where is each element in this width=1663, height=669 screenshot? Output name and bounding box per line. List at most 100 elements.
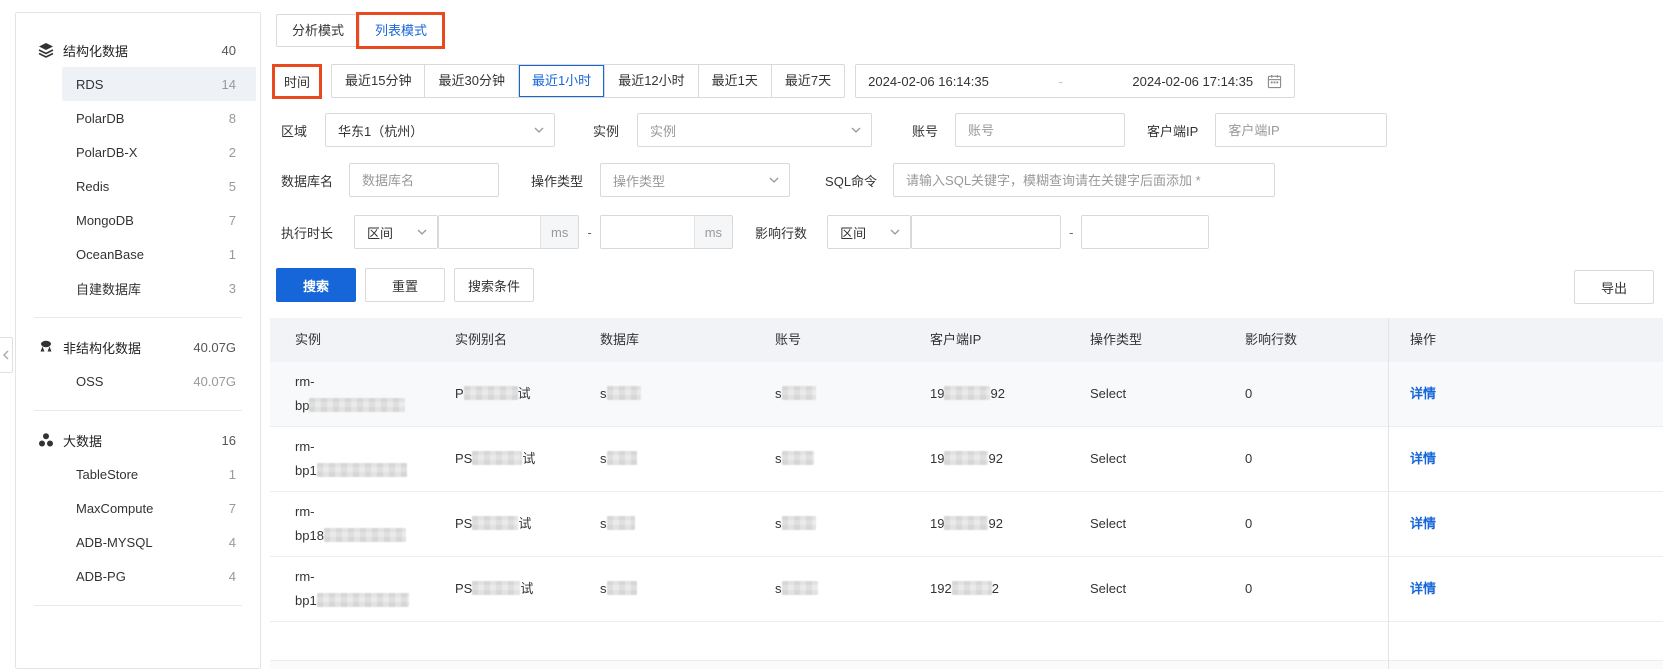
duration-max-input[interactable] — [599, 215, 694, 249]
sidebar-item-maxcompute[interactable]: MaxCompute 7 — [62, 491, 256, 525]
database-name-input[interactable] — [349, 163, 500, 197]
chevron-down-icon — [769, 177, 779, 183]
rows-affected-range-select[interactable]: 区间 — [827, 215, 912, 249]
instance-prefix2: bp1 — [295, 593, 317, 608]
preset-last-15min[interactable]: 最近15分钟 — [332, 65, 424, 97]
redacted-text — [951, 581, 992, 595]
detail-link[interactable]: 详情 — [1410, 581, 1436, 596]
bigdata-icon — [39, 433, 53, 447]
preset-last-7day[interactable]: 最近7天 — [770, 65, 844, 97]
date-range-picker[interactable]: 2024-02-06 16:14:35 - 2024-02-06 17:14:3… — [855, 64, 1296, 98]
tab-list-mode[interactable]: 列表模式 — [359, 15, 442, 46]
item-label: OSS — [76, 373, 104, 389]
ip-prefix: 192 — [930, 581, 952, 596]
item-count: 3 — [228, 280, 236, 296]
detail-link[interactable]: 详情 — [1410, 386, 1436, 401]
calendar-icon[interactable] — [1267, 74, 1282, 89]
sidebar-item-oceanbase[interactable]: OceanBase 1 — [62, 237, 256, 271]
tab-analysis-mode[interactable]: 分析模式 — [277, 15, 359, 46]
group-count: 16 — [221, 432, 236, 448]
item-label: ADB-PG — [76, 568, 126, 584]
redacted-text — [316, 463, 407, 477]
op-type-cell: Select — [1090, 581, 1127, 596]
filter-row-2: 数据库名 操作类型 操作类型 SQL命令 — [272, 163, 1276, 197]
sidebar-item-adb-mysql[interactable]: ADB-MYSQL 4 — [62, 525, 256, 559]
sidebar-collapse-button[interactable] — [0, 337, 13, 373]
client-ip-cell: 19 92 — [930, 447, 1090, 471]
sidebar-item-polardb[interactable]: PolarDB 8 — [62, 101, 256, 135]
group-count: 40.07G — [193, 339, 236, 355]
sidebar-group-unstructured-data[interactable]: 非结构化数据 40.07G — [16, 330, 260, 364]
range-start-datetime[interactable]: 2024-02-06 16:14:35 — [868, 74, 989, 89]
alias-suffix: 试 — [517, 386, 531, 401]
time-filter-row: 时间 最近15分钟 最近30分钟 最近1小时 最近12小时 最近1天 最近7天 … — [272, 63, 1296, 99]
sidebar-group-bigdata[interactable]: 大数据 16 — [16, 423, 260, 457]
item-count: 8 — [228, 110, 236, 126]
chevron-down-icon — [417, 229, 427, 235]
export-button[interactable]: 导出 — [1574, 270, 1654, 304]
sidebar-item-rds[interactable]: RDS 14 — [62, 67, 256, 101]
sidebar-group-structured-data[interactable]: 结构化数据 40 — [16, 33, 260, 67]
instance-prefix2: bp18 — [295, 528, 324, 543]
sidebar-item-oss[interactable]: OSS 40.07G — [62, 364, 256, 398]
sidebar-item-mongodb[interactable]: MongoDB 7 — [62, 203, 256, 237]
rows-affected-min-input[interactable] — [911, 215, 1062, 249]
reset-button[interactable]: 重置 — [365, 268, 445, 302]
op-type-select[interactable]: 操作类型 — [600, 163, 791, 197]
search-button[interactable]: 搜索 — [276, 268, 356, 302]
sidebar-item-self-built-db[interactable]: 自建数据库 3 — [62, 271, 256, 305]
sql-command-input[interactable] — [893, 163, 1276, 197]
preset-last-30min[interactable]: 最近30分钟 — [424, 65, 517, 97]
db-prefix: s — [600, 386, 607, 401]
account-prefix: s — [775, 451, 782, 466]
db-prefix: s — [600, 516, 607, 531]
op-type-cell: Select — [1090, 386, 1127, 401]
alias-cell: PS 试 — [455, 447, 600, 471]
account-input[interactable] — [955, 113, 1126, 147]
detail-link[interactable]: 详情 — [1410, 451, 1436, 466]
instance-select[interactable]: 实例 — [637, 113, 873, 147]
preset-last-1hour[interactable]: 最近1小时 — [517, 65, 604, 97]
rows-affected-range-value: 区间 — [840, 225, 867, 241]
region-select[interactable]: 华东1（杭州） — [325, 113, 556, 147]
layers-icon — [38, 43, 54, 58]
sidebar-item-redis[interactable]: Redis 5 — [62, 169, 256, 203]
chevron-down-icon — [890, 229, 900, 235]
rows-affected-max-input[interactable] — [1081, 215, 1210, 249]
database-cell: s — [600, 447, 775, 471]
duration-range-select[interactable]: 区间 — [354, 215, 439, 249]
item-count: 40.07G — [193, 373, 236, 389]
redacted-text — [781, 451, 814, 465]
sidebar-item-tablestore[interactable]: TableStore 1 — [62, 457, 256, 491]
client-ip-input[interactable] — [1215, 113, 1388, 147]
range-end-datetime[interactable]: 2024-02-06 17:14:35 — [1132, 74, 1253, 89]
ip-suffix: 92 — [990, 386, 1005, 401]
rows-affected-cell: 0 — [1245, 516, 1253, 531]
action-cell: 详情 — [1388, 512, 1663, 536]
item-label: MaxCompute — [76, 500, 154, 516]
col-account: 账号 — [775, 332, 802, 347]
group-label: 非结构化数据 — [63, 340, 142, 356]
action-button-row: 搜索 重置 搜索条件 导出 — [276, 268, 1654, 304]
preset-last-1day[interactable]: 最近1天 — [697, 65, 771, 97]
item-label: OceanBase — [76, 246, 144, 262]
search-conditions-button[interactable]: 搜索条件 — [454, 268, 534, 302]
redacted-text — [606, 581, 637, 595]
instance-prefix: rm- — [295, 374, 315, 389]
account-cell: s — [775, 447, 930, 471]
item-count: 2 — [228, 144, 236, 160]
sidebar-item-adb-pg[interactable]: ADB-PG 4 — [62, 559, 256, 593]
item-label: PolarDB — [76, 110, 125, 126]
action-cell: 详情 — [1388, 382, 1663, 406]
detail-link[interactable]: 详情 — [1410, 516, 1436, 531]
duration-max-unit: ms — [693, 215, 734, 249]
duration-min-input[interactable] — [438, 215, 541, 249]
preset-last-12hour[interactable]: 最近12小时 — [604, 65, 697, 97]
action-cell: 详情 — [1388, 447, 1663, 471]
fixed-column-divider — [1388, 318, 1389, 669]
item-count: 1 — [228, 466, 236, 482]
alias-prefix: PS — [455, 581, 473, 596]
instance-prefix2: bp1 — [295, 463, 317, 478]
main-content: 分析模式 列表模式 时间 最近15分钟 最近30分钟 最近1小时 最近12小时 … — [270, 0, 1663, 669]
sidebar-item-polardb-x[interactable]: PolarDB-X 2 — [62, 135, 256, 169]
